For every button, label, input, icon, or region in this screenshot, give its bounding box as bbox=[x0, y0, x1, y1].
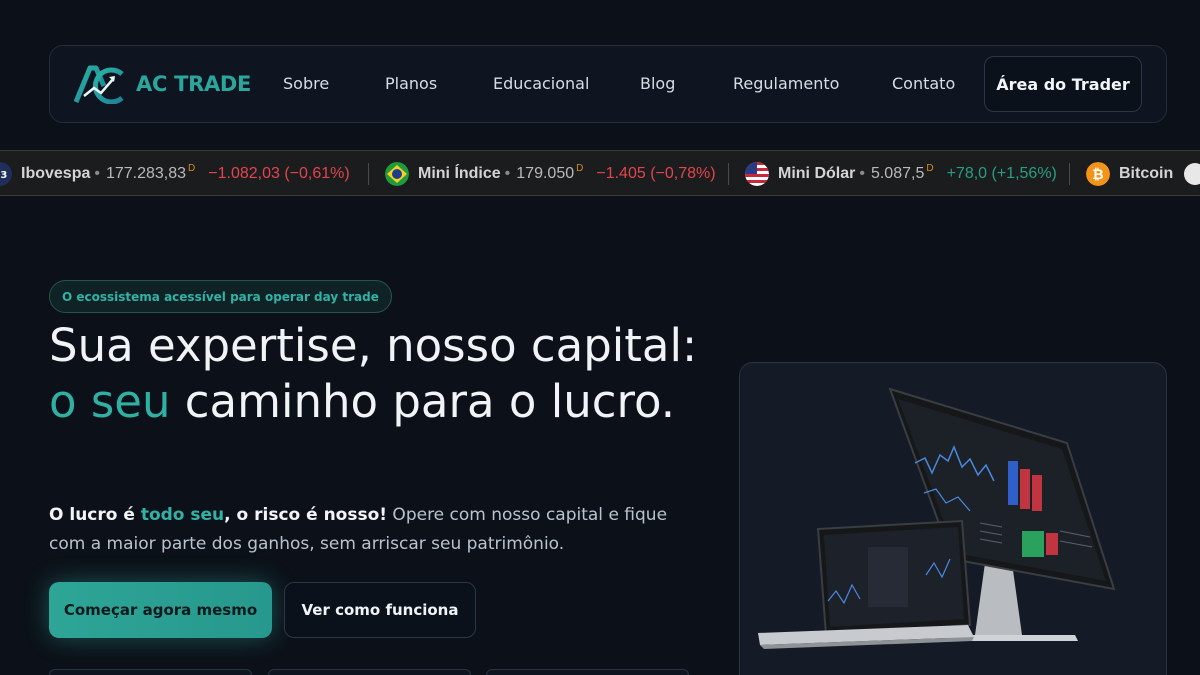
ac-monogram-logo-icon bbox=[74, 65, 124, 104]
ticker-item-bitcoin[interactable]: ₿ Bitcoin bbox=[1086, 151, 1174, 195]
ticker-price: 177.283,83 bbox=[105, 165, 187, 182]
navbar: AC TRADE Sobre Planos Educacional Blog R… bbox=[49, 45, 1167, 123]
brand-logo[interactable]: AC TRADE bbox=[74, 64, 251, 104]
ticker-separator: • bbox=[94, 165, 100, 182]
nav-link-educacional[interactable]: Educacional bbox=[493, 74, 589, 93]
feature-card-stub bbox=[486, 669, 689, 675]
ticker-name: Ibovespa bbox=[21, 165, 91, 182]
ticker-delay-marker: D bbox=[576, 162, 584, 174]
b3-logo-icon: B3 bbox=[0, 162, 12, 186]
bitcoin-logo-icon: ₿ bbox=[1086, 162, 1110, 186]
ticker-item-mini-indice[interactable]: Mini Índice • 179.050 D −1.405 (−0,78%) bbox=[385, 151, 716, 195]
hero-sub-bold2: , o risco é nosso! bbox=[224, 505, 388, 525]
feature-card-stub bbox=[49, 669, 252, 675]
start-now-button[interactable]: Começar agora mesmo bbox=[49, 582, 272, 638]
nav-link-sobre[interactable]: Sobre bbox=[283, 74, 329, 93]
market-ticker: B3 Ibovespa • 177.283,83 D −1.082,03 (−0… bbox=[0, 150, 1200, 196]
svg-text:₿: ₿ bbox=[1092, 167, 1103, 183]
ticker-name: Mini Dólar bbox=[778, 165, 856, 182]
ticker-delay-marker: D bbox=[188, 162, 196, 174]
svg-text:B3: B3 bbox=[0, 170, 7, 181]
ticker-divider bbox=[1069, 163, 1070, 185]
nav-link-planos[interactable]: Planos bbox=[385, 74, 437, 93]
brazil-flag-icon bbox=[385, 162, 409, 186]
ticker-change: −1.082,03 (−0,61%) bbox=[208, 165, 350, 182]
ticker-divider bbox=[368, 163, 369, 185]
ticker-change: −1.405 (−0,78%) bbox=[596, 165, 716, 182]
ticker-change: +78,0 (+1,56%) bbox=[946, 165, 1057, 182]
ticker-delay-marker: D bbox=[926, 162, 934, 174]
ticker-price: 179.050 bbox=[516, 165, 575, 182]
hero-title-part2: caminho para o lucro. bbox=[170, 375, 676, 428]
hero-subtitle: O lucro é todo seu, o risco é nosso! Ope… bbox=[49, 501, 669, 559]
usa-flag-icon bbox=[745, 162, 769, 186]
trader-area-button[interactable]: Área do Trader bbox=[984, 56, 1142, 112]
trading-platform-mockup-image bbox=[758, 387, 1116, 649]
hero-title: Sua expertise, nosso capital: o seu cami… bbox=[49, 318, 709, 430]
brand-name: AC TRADE bbox=[136, 72, 252, 96]
feature-card-stub bbox=[268, 669, 471, 675]
ticker-divider bbox=[728, 163, 729, 185]
ticker-name: Mini Índice bbox=[418, 165, 501, 182]
ticker-name: Bitcoin bbox=[1119, 165, 1174, 182]
hero-title-part1: Sua expertise, nosso capital: bbox=[49, 319, 698, 372]
nav-link-contato[interactable]: Contato bbox=[892, 74, 955, 93]
ticker-item-mini-dolar[interactable]: Mini Dólar • 5.087,5 D +78,0 (+1,56%) bbox=[745, 151, 1057, 195]
ticker-price: 5.087,5 bbox=[870, 165, 925, 182]
how-it-works-button[interactable]: Ver como funciona bbox=[284, 582, 476, 638]
nav-link-regulamento[interactable]: Regulamento bbox=[733, 74, 839, 93]
hero-badge: O ecossistema acessível para operar day … bbox=[49, 280, 392, 313]
ticker-item-ibovespa[interactable]: B3 Ibovespa • 177.283,83 D −1.082,03 (−0… bbox=[0, 151, 350, 195]
platform-preview-card bbox=[739, 362, 1167, 675]
hero-sub-bold1: O lucro é bbox=[49, 505, 141, 525]
hero-sub-highlight: todo seu bbox=[140, 505, 225, 525]
ticker-separator: • bbox=[859, 165, 865, 182]
nav-link-blog[interactable]: Blog bbox=[640, 74, 675, 93]
hero-title-accent: o seu bbox=[49, 375, 171, 428]
ticker-overflow-logo-icon bbox=[1184, 163, 1200, 185]
ticker-separator: • bbox=[504, 165, 511, 182]
